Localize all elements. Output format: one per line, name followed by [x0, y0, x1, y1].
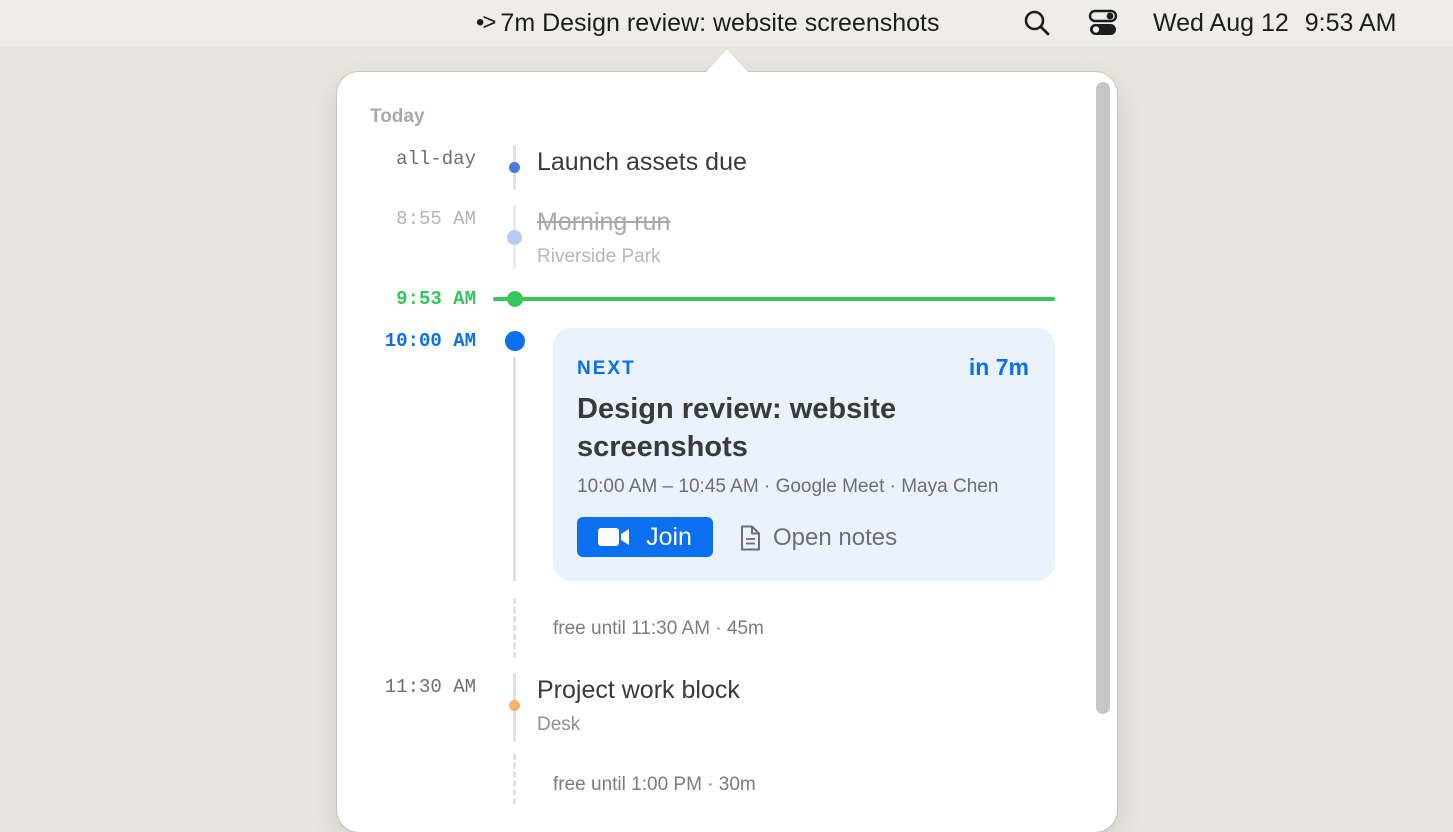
- next-event-title: Design review: website screenshots: [577, 393, 897, 463]
- next-label: NEXT: [577, 358, 636, 379]
- menubar-date: Wed Aug 12: [1153, 8, 1289, 37]
- event-time-all-day: all-day: [396, 148, 476, 170]
- popover-arrow: [705, 49, 749, 73]
- current-time-dot: [507, 291, 523, 307]
- search-icon: [1024, 10, 1050, 36]
- menubar-clock[interactable]: Wed Aug 12 9:53 AM: [1153, 0, 1397, 46]
- open-notes-label: Open notes: [773, 524, 898, 551]
- join-button[interactable]: Join: [577, 517, 713, 557]
- event-time-morning-run: 8:55 AM: [396, 208, 476, 230]
- menu-bar: •> 7m Design review: website screenshots…: [0, 0, 1453, 46]
- event-dot: [507, 230, 522, 245]
- control-center-button[interactable]: [1086, 0, 1120, 46]
- event-location-morning-run: Riverside Park: [537, 246, 661, 267]
- next-event-dot: [505, 331, 525, 351]
- menubar-next-event[interactable]: •> 7m Design review: website screenshots: [476, 0, 940, 46]
- event-time-project-work: 11:30 AM: [384, 676, 476, 698]
- event-title-launch-assets[interactable]: Launch assets due: [537, 148, 747, 177]
- event-location-project-work: Desk: [537, 714, 581, 735]
- event-title-morning-run[interactable]: Morning run: [537, 208, 670, 237]
- current-time-label: 9:53 AM: [396, 288, 476, 310]
- timeline-gap-segment: [513, 598, 516, 658]
- timeline-gap-segment: [513, 754, 516, 804]
- event-title-project-work[interactable]: Project work block: [537, 676, 740, 705]
- join-button-label: Join: [646, 522, 692, 551]
- event-dot: [509, 700, 520, 711]
- free-time-gap: free until 1:00 PM · 30m: [553, 774, 756, 795]
- event-dot: [509, 162, 520, 173]
- popover-scrollbar[interactable]: [1096, 82, 1110, 714]
- next-countdown: in 7m: [968, 354, 1029, 380]
- video-camera-icon: [598, 526, 630, 548]
- control-center-icon: [1088, 9, 1118, 35]
- current-time-line: [493, 297, 1055, 301]
- free-time-gap: free until 11:30 AM · 45m: [553, 618, 764, 639]
- next-event-time: 10:00 AM: [384, 330, 476, 352]
- next-event-glyph: •>: [476, 9, 496, 36]
- next-event-details: 10:00 AM – 10:45 AM · Google Meet · Maya…: [577, 476, 999, 497]
- timeline-segment: [513, 357, 516, 581]
- document-icon: [739, 525, 761, 551]
- menubar-next-event-label: 7m Design review: website screenshots: [500, 8, 940, 37]
- open-notes-link[interactable]: Open notes: [739, 519, 897, 557]
- next-event-card[interactable]: NEXT in 7m Design review: website screen…: [553, 328, 1055, 581]
- section-title-today: Today: [370, 106, 425, 127]
- menubar-time: 9:53 AM: [1304, 8, 1397, 37]
- spotlight-button[interactable]: [1021, 0, 1053, 46]
